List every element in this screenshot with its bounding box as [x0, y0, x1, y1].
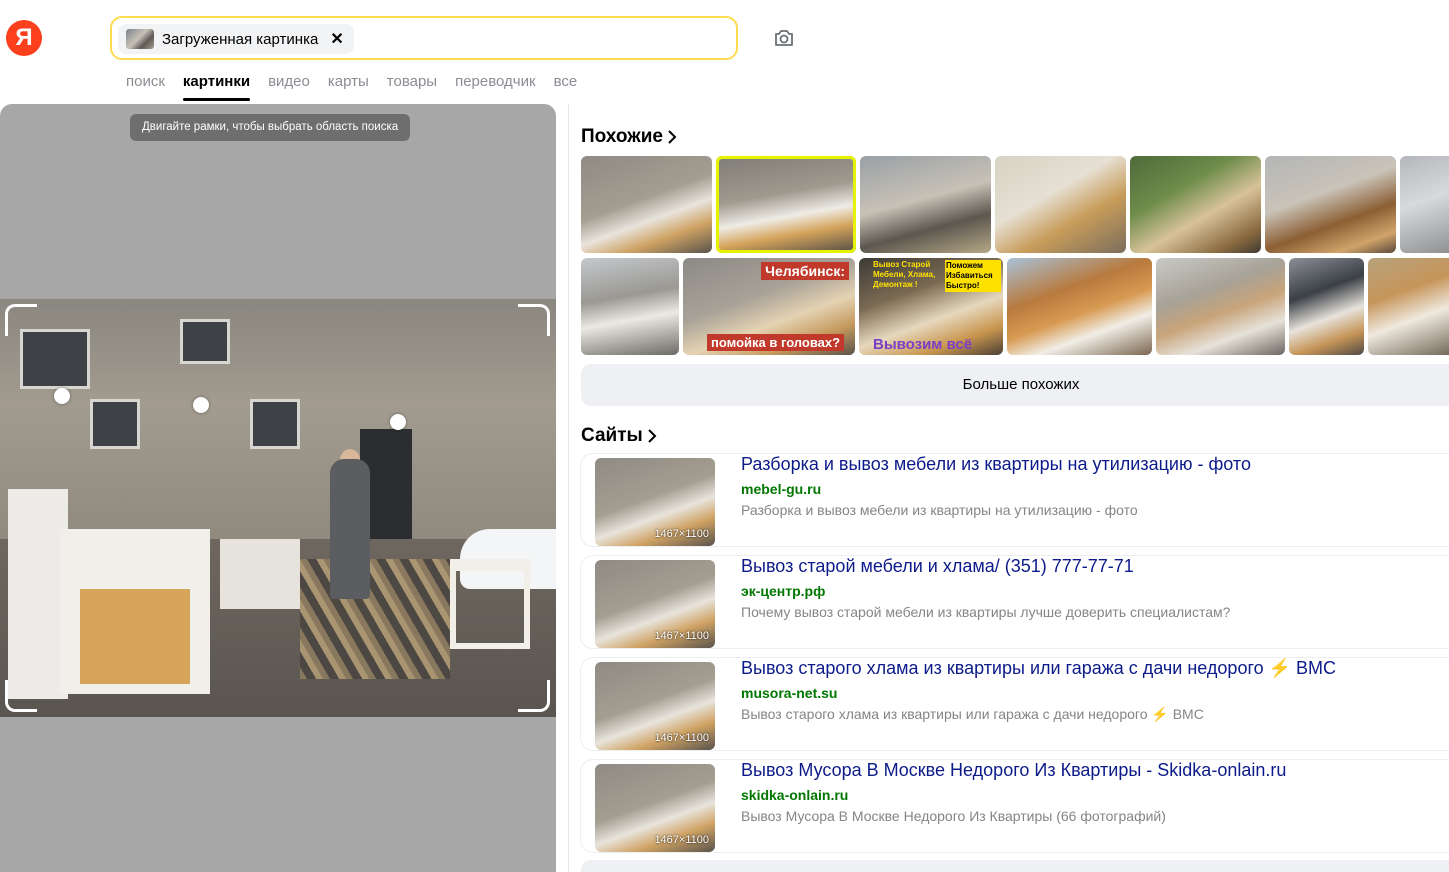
- similar-image[interactable]: Вывоз Старой Мебели, Хлама, Демонтаж ! П…: [859, 258, 1003, 355]
- image-preview-panel: Двигайте рамки, чтобы выбрать область по…: [0, 104, 556, 872]
- site-title-link[interactable]: Вывоз старого хлама из квартиры или гара…: [741, 658, 1336, 679]
- site-title-link[interactable]: Разборка и вывоз мебели из квартиры на у…: [741, 454, 1251, 475]
- site-thumbnail[interactable]: 1467×1100: [595, 662, 715, 750]
- tab-video[interactable]: видео: [268, 72, 310, 102]
- search-tabs: поиск картинки видео карты товары перево…: [126, 72, 595, 102]
- tab-maps[interactable]: карты: [328, 72, 369, 102]
- crop-corner-top-right[interactable]: [518, 304, 550, 336]
- site-domain-link[interactable]: эк-центр.рф: [741, 583, 825, 599]
- chevron-right-icon: [648, 429, 657, 443]
- similar-image[interactable]: [995, 156, 1126, 253]
- similar-image[interactable]: [581, 258, 679, 355]
- site-domain-link[interactable]: musora-net.su: [741, 685, 837, 701]
- site-description: Вывоз старого хлама из квартиры или гара…: [741, 706, 1204, 722]
- similar-image[interactable]: [1368, 258, 1449, 355]
- next-result-card: [581, 860, 1449, 872]
- similar-image[interactable]: [1400, 156, 1449, 253]
- tab-products[interactable]: товары: [387, 72, 437, 102]
- similar-image-selected[interactable]: [716, 156, 856, 253]
- object-hotspot[interactable]: [54, 388, 70, 404]
- crop-hint: Двигайте рамки, чтобы выбрать область по…: [130, 114, 411, 141]
- uploaded-image-chip[interactable]: Загруженная картинка ✕: [118, 24, 354, 54]
- results-panel: Похожие Челябинск: помойка в головах? Вы…: [568, 104, 1449, 872]
- tab-search[interactable]: поиск: [126, 72, 165, 102]
- site-description: Почему вывоз старой мебели из квартиры л…: [741, 604, 1231, 620]
- crop-corner-bottom-right[interactable]: [518, 680, 550, 712]
- tab-images[interactable]: картинки: [182, 72, 251, 102]
- more-similar-button[interactable]: Больше похожих: [581, 364, 1449, 406]
- chip-label: Загруженная картинка: [162, 30, 319, 48]
- site-result[interactable]: 1467×1100 Вывоз старого хлама из квартир…: [581, 658, 1449, 750]
- similar-image[interactable]: [860, 156, 991, 253]
- chevron-right-icon: [668, 130, 677, 144]
- similar-image[interactable]: [1156, 258, 1285, 355]
- site-result[interactable]: 1467×1100 Вывоз старой мебели и хлама/ (…: [581, 556, 1449, 648]
- crop-corner-top-left[interactable]: [5, 304, 37, 336]
- site-description: Разборка и вывоз мебели из квартиры на у…: [741, 502, 1138, 518]
- header: Я Загруженная картинка ✕ поиск картинки …: [0, 0, 1449, 104]
- site-domain-link[interactable]: mebel-gu.ru: [741, 481, 821, 497]
- yandex-logo[interactable]: Я: [6, 20, 42, 56]
- uploaded-photo[interactable]: [0, 299, 556, 717]
- crop-corner-bottom-left[interactable]: [5, 680, 37, 712]
- close-icon[interactable]: ✕: [330, 29, 343, 49]
- site-thumbnail[interactable]: 1467×1100: [595, 764, 715, 852]
- object-hotspot[interactable]: [390, 414, 406, 430]
- search-box[interactable]: Загруженная картинка ✕: [110, 16, 738, 60]
- site-title-link[interactable]: Вывоз Мусора В Москве Недорого Из Кварти…: [741, 760, 1286, 781]
- uploaded-image-thumbnail: [126, 29, 154, 49]
- site-domain-link[interactable]: skidka-onlain.ru: [741, 787, 848, 803]
- site-result[interactable]: 1467×1100 Разборка и вывоз мебели из ква…: [581, 454, 1449, 546]
- sites-heading[interactable]: Сайты: [581, 425, 657, 447]
- site-title-link[interactable]: Вывоз старой мебели и хлама/ (351) 777-7…: [741, 556, 1134, 577]
- site-thumbnail[interactable]: 1467×1100: [595, 560, 715, 648]
- similar-heading[interactable]: Похожие: [581, 126, 677, 148]
- site-description: Вывоз Мусора В Москве Недорого Из Кварти…: [741, 808, 1166, 824]
- tab-translator[interactable]: переводчик: [455, 72, 535, 102]
- object-hotspot[interactable]: [193, 397, 209, 413]
- site-thumbnail[interactable]: 1467×1100: [595, 458, 715, 546]
- similar-image[interactable]: [1289, 258, 1364, 355]
- site-result[interactable]: 1467×1100 Вывоз Мусора В Москве Недорого…: [581, 760, 1449, 852]
- similar-image[interactable]: [1130, 156, 1261, 253]
- similar-image[interactable]: Челябинск: помойка в головах?: [683, 258, 855, 355]
- camera-icon[interactable]: [768, 22, 800, 54]
- tab-all[interactable]: все: [554, 72, 578, 102]
- similar-image[interactable]: [581, 156, 712, 253]
- similar-image[interactable]: [1265, 156, 1396, 253]
- similar-image[interactable]: [1007, 258, 1152, 355]
